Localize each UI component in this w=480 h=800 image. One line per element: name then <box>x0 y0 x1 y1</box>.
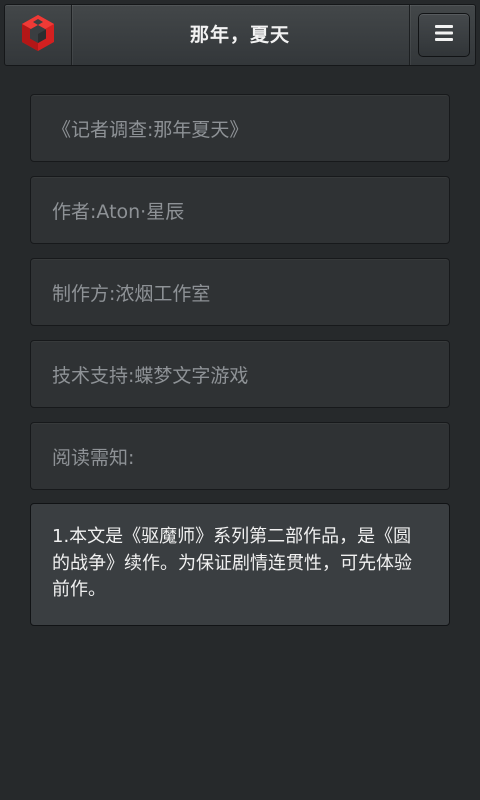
reading-notice-text: 1.本文是《驱魔师》系列第二部作品，是《圆的战争》续作。为保证剧情连贯性，可先体… <box>52 526 412 600</box>
menu-button[interactable] <box>418 13 470 57</box>
header-divider <box>409 5 410 65</box>
reading-notice-content: 1.本文是《驱魔师》系列第二部作品，是《圆的战争》续作。为保证剧情连贯性，可先体… <box>30 503 450 626</box>
producer-text: 制作方:浓烟工作室 <box>52 282 211 305</box>
reading-notice-label: 阅读需知: <box>52 446 135 469</box>
cube-logo-icon <box>18 13 58 57</box>
tech-support-card: 技术支持:蝶梦文字游戏 <box>30 340 450 408</box>
author-text: 作者:Aton·星辰 <box>52 200 185 223</box>
book-title-text: 《记者调查:那年夏天》 <box>52 118 249 141</box>
page-title: 那年，夏天 <box>189 24 290 46</box>
hamburger-menu-icon <box>435 25 453 45</box>
reading-notice-label-card: 阅读需知: <box>30 422 450 490</box>
book-title-card: 《记者调查:那年夏天》 <box>30 94 450 162</box>
producer-card: 制作方:浓烟工作室 <box>30 258 450 326</box>
logo[interactable] <box>5 5 72 65</box>
tech-support-text: 技术支持:蝶梦文字游戏 <box>52 364 249 387</box>
top-navigation-bar: 那年，夏天 <box>4 4 476 66</box>
author-card: 作者:Aton·星辰 <box>30 176 450 244</box>
